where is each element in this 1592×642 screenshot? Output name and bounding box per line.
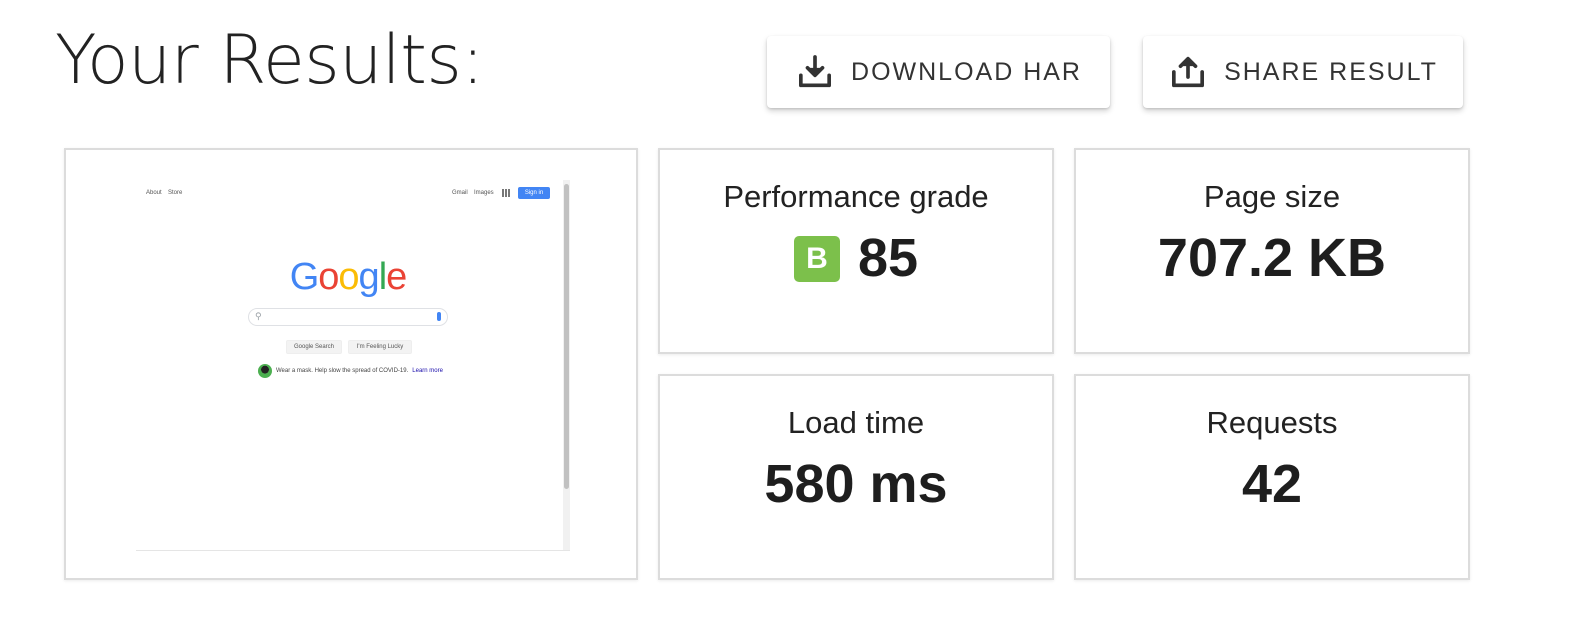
thumb-notice-text: Wear a mask. Help slow the spread of COV… bbox=[276, 368, 409, 374]
microphone-icon bbox=[437, 312, 441, 321]
thumb-search-box: ⚲ bbox=[248, 308, 448, 326]
performance-score: 85 bbox=[857, 228, 919, 289]
thumb-google-search-button: Google Search bbox=[286, 340, 342, 354]
performance-grade-value-row: B 85 bbox=[793, 228, 919, 289]
requests-card: Requests 42 bbox=[1074, 374, 1470, 580]
google-logo-letter: e bbox=[386, 256, 407, 298]
thumb-nav-about: About bbox=[146, 190, 162, 196]
grade-badge: B bbox=[793, 235, 840, 282]
thumb-nav-images: Images bbox=[474, 190, 494, 196]
page-screenshot: About Store Gmail Images Sign in Google … bbox=[64, 148, 638, 580]
load-time-label: Load time bbox=[787, 405, 925, 440]
performance-grade-card: Performance grade B 85 bbox=[658, 148, 1054, 354]
mask-avatar-icon bbox=[258, 364, 272, 378]
share-result-button[interactable]: SHARE RESULT bbox=[1143, 36, 1463, 108]
share-icon bbox=[1168, 52, 1208, 92]
download-har-button[interactable]: DOWNLOAD HAR bbox=[767, 36, 1110, 108]
thumb-nav-gmail: Gmail bbox=[452, 190, 468, 196]
share-result-label: SHARE RESULT bbox=[1224, 57, 1438, 86]
thumb-covid-notice: Wear a mask. Help slow the spread of COV… bbox=[258, 364, 443, 378]
apps-grid-icon bbox=[502, 189, 510, 197]
requests-value: 42 bbox=[1241, 454, 1303, 515]
thumb-feeling-lucky-button: I'm Feeling Lucky bbox=[348, 340, 412, 354]
thumb-nav-store: Store bbox=[168, 190, 183, 196]
requests-label: Requests bbox=[1206, 405, 1338, 440]
load-time-card: Load time 580 ms bbox=[658, 374, 1054, 580]
performance-grade-label: Performance grade bbox=[723, 179, 989, 214]
screenshot-thumbnail: About Store Gmail Images Sign in Google … bbox=[136, 180, 570, 551]
thumb-sign-in: Sign in bbox=[518, 187, 550, 199]
thumb-scrollbar bbox=[563, 180, 570, 550]
google-logo-letter: o bbox=[318, 256, 339, 298]
load-time-value: 580 ms bbox=[764, 454, 948, 515]
page-title: Your Results: bbox=[55, 21, 484, 100]
page-size-card: Page size 707.2 KB bbox=[1074, 148, 1470, 354]
page-size-value: 707.2 KB bbox=[1157, 228, 1387, 289]
search-icon: ⚲ bbox=[255, 311, 262, 321]
google-logo-letter: o bbox=[338, 256, 359, 298]
google-logo-letter: G bbox=[289, 256, 320, 298]
google-logo: Google bbox=[136, 256, 560, 299]
download-icon bbox=[795, 52, 835, 92]
thumb-scrollbar-handle bbox=[564, 184, 569, 489]
page-size-label: Page size bbox=[1203, 179, 1341, 214]
download-har-label: DOWNLOAD HAR bbox=[851, 57, 1082, 86]
google-logo-letter: g bbox=[358, 256, 380, 298]
thumb-learn-more: Learn more bbox=[412, 368, 443, 374]
